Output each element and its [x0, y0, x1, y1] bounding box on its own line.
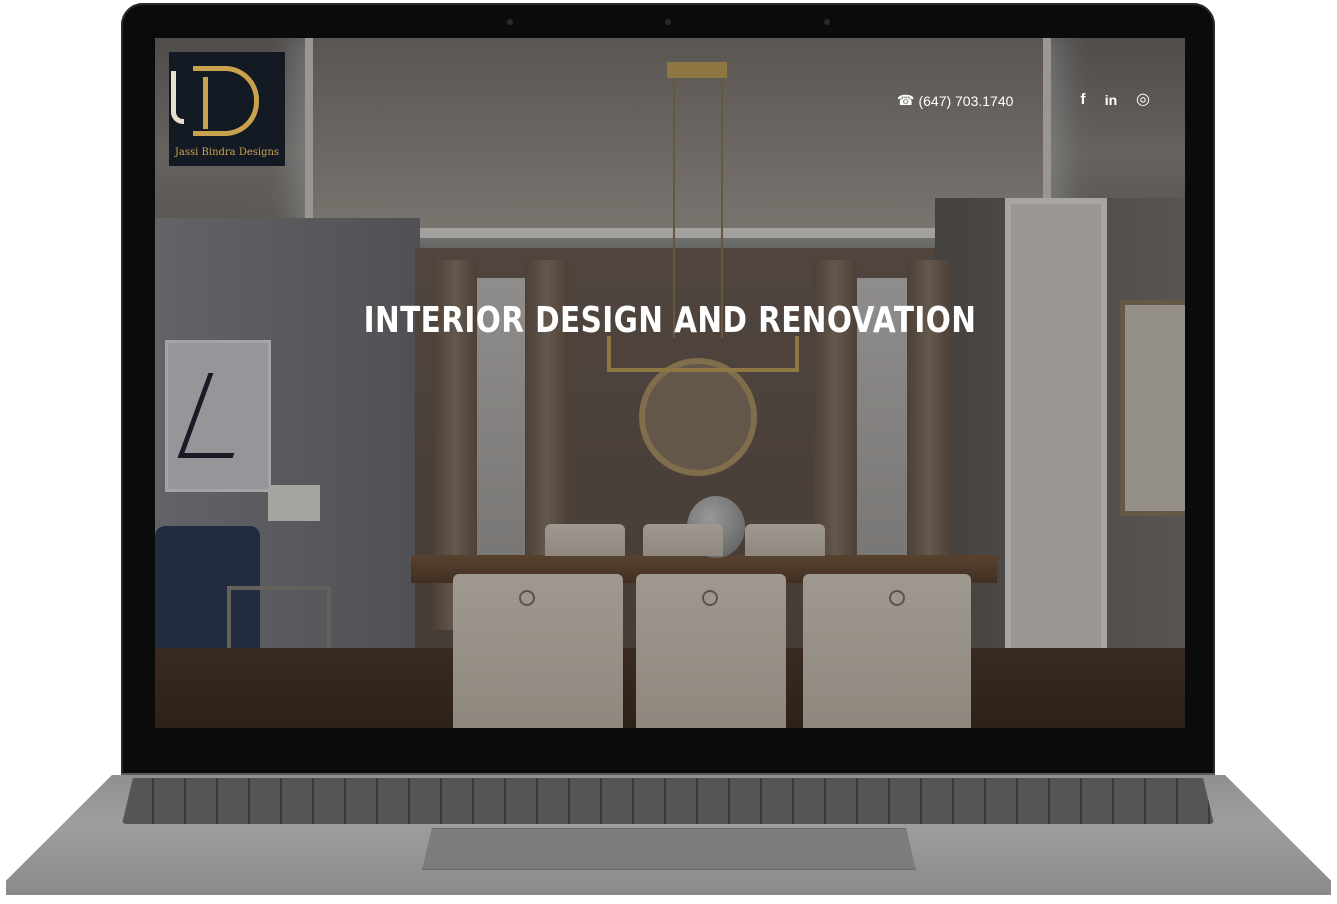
- trackpad: [422, 828, 916, 870]
- hero-title: INTERIOR DESIGN AND RENOVATION: [363, 300, 977, 341]
- website-screen: Jassi Bindra Designs ☎ (647) 703.1740 f …: [155, 38, 1185, 728]
- keyboard: [122, 778, 1214, 824]
- phone-link[interactable]: ☎ (647) 703.1740: [897, 92, 1013, 109]
- instagram-icon[interactable]: ◎: [1132, 90, 1154, 112]
- phone-icon: ☎: [897, 92, 915, 108]
- linkedin-icon[interactable]: in: [1100, 90, 1122, 112]
- sensor-dot: [824, 19, 830, 25]
- site-logo[interactable]: Jassi Bindra Designs: [169, 52, 285, 166]
- logo-brand-name: Jassi Bindra Designs: [174, 147, 280, 158]
- camera-icon: [665, 19, 671, 25]
- sensor-dot: [507, 19, 513, 25]
- facebook-icon[interactable]: f: [1072, 90, 1094, 112]
- jbd-monogram-icon: [171, 66, 259, 136]
- phone-number: (647) 703.1740: [918, 92, 1014, 109]
